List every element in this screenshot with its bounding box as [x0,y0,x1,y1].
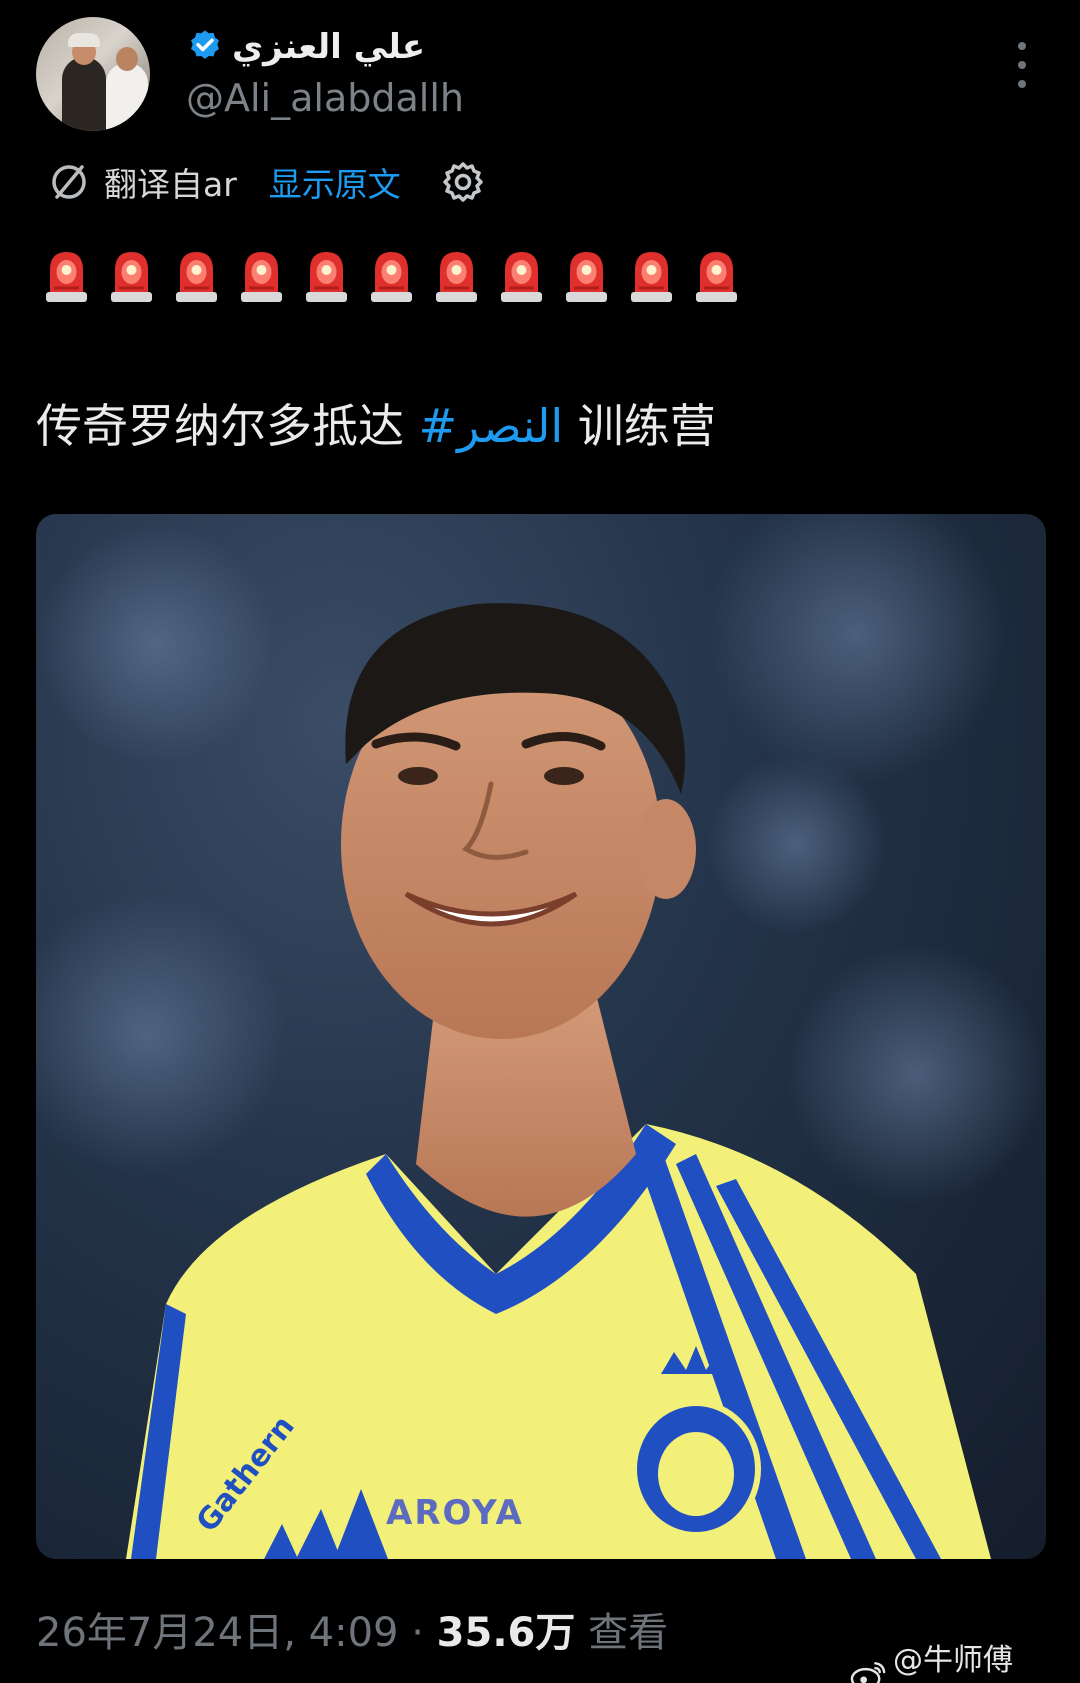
tweet-photo[interactable]: AROYA Gathern [36,514,1046,1559]
view-count: 35.6万 [436,1610,576,1656]
siren-icon [241,252,282,302]
tweet-text-start: 传奇罗纳尔多抵达 [36,399,404,453]
avatar[interactable] [36,17,150,131]
player-illustration: AROYA Gathern [36,514,1046,1559]
siren-icon [696,252,737,302]
author-display-name[interactable]: علي العنزي [232,27,425,67]
siren-icon [176,252,217,302]
watermark: @牛师傅Goat [850,1635,1080,1683]
siren-icon [306,252,347,302]
author-handle[interactable]: @Ali_alabdallh [186,76,464,120]
verified-badge-icon [191,30,219,59]
gear-icon[interactable] [441,160,485,204]
tweet-text-end: 训练营 [577,399,716,453]
siren-icon [566,252,607,302]
translation-row: 翻译自ar 显示原文 [48,158,485,206]
siren-icon [371,252,412,302]
hashtag-link[interactable]: #النصر [419,399,564,453]
siren-icon [111,252,152,302]
watermark-text: @牛师傅Goat [893,1643,1014,1683]
siren-icon [46,252,87,302]
view-label: 查看 [588,1610,669,1656]
tweet-screen: علي العنزي @Ali_alabdallh 翻译自ar 显示原文 传奇罗… [0,0,1080,1683]
siren-emoji-row [40,246,743,304]
show-original-link[interactable]: 显示原文 [269,158,401,206]
translate-icon [52,165,86,199]
translated-from-label: 翻译自ar [104,165,237,204]
tweet-text: 传奇罗纳尔多抵达 #النصر 训练营 [36,390,716,456]
siren-icon [436,252,477,302]
siren-icon [631,252,672,302]
author-name-row[interactable]: علي العنزي [186,24,425,70]
weibo-icon [850,1661,886,1683]
tweet-meta-row: 26年7月24日, 4:09 · 35.6万 查看 [36,1600,668,1658]
meta-separator: · [411,1610,424,1656]
sponsor-text: AROYA [386,1493,524,1533]
more-options-icon[interactable] [1005,42,1039,88]
siren-icon [501,252,542,302]
timestamp[interactable]: 26年7月24日, 4:09 [36,1610,399,1656]
